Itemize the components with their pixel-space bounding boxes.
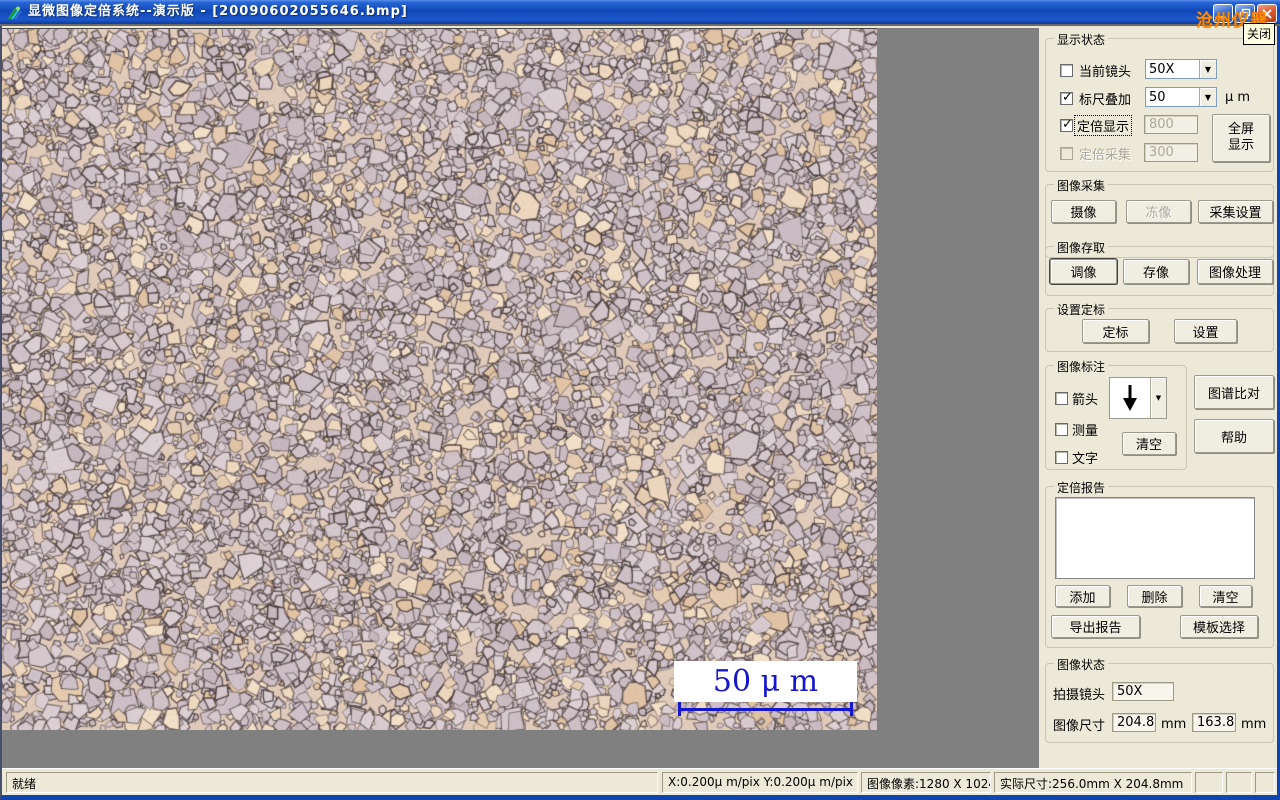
label-arrow: 箭头: [1072, 393, 1099, 408]
report-clear-button[interactable]: 清空: [1199, 585, 1252, 607]
checkbox-text[interactable]: [1055, 451, 1068, 464]
chevron-down-icon[interactable]: ▼: [1199, 88, 1216, 106]
status-empty-3: [1255, 772, 1275, 793]
chevron-down-icon[interactable]: ▼: [1199, 60, 1216, 78]
label-shoot-lens: 拍摄镜头: [1053, 688, 1106, 703]
label-scale-overlay: 标尺叠加: [1079, 93, 1132, 108]
scale-bar-line: [678, 708, 853, 711]
combo-scale-overlay[interactable]: 50 ▼: [1145, 87, 1217, 107]
groupbox-annotation-title: 图像标注: [1054, 358, 1109, 375]
calibrate-button[interactable]: 定标: [1082, 319, 1149, 343]
scale-bar-tick-left: [678, 702, 681, 716]
groupbox-calibration: 设置 定标: [1045, 301, 1274, 352]
client-area: 50 μ m 显示状态 当前镜头 50X ▼ 标尺叠加 50 ▼ μ: [2, 28, 1277, 768]
label-fixed-capture: 定倍采集: [1079, 148, 1132, 163]
help-button[interactable]: 帮助: [1194, 419, 1274, 453]
save-image-button[interactable]: 存像: [1123, 259, 1189, 284]
checkbox-arrow[interactable]: [1055, 392, 1068, 405]
label-current-lens: 当前镜头: [1079, 65, 1132, 80]
atlas-compare-button[interactable]: 图谱比对: [1194, 375, 1274, 409]
status-empty-2: [1226, 772, 1252, 793]
field-image-width: 204.8: [1112, 713, 1156, 732]
status-pixels: 图像像素:1280 X 1024: [861, 772, 991, 793]
status-empty-1: [1195, 772, 1223, 793]
app-window: 显微图像定倍系统--演示版 - [20090602055646.bmp] 沧州仪…: [0, 0, 1280, 800]
shoot-button[interactable]: 摄像: [1051, 200, 1116, 223]
field-fixed-capture: 300: [1144, 143, 1198, 162]
report-add-button[interactable]: 添加: [1055, 585, 1110, 607]
micrograph-view[interactable]: 50 μ m: [2, 28, 877, 730]
statusbar: 就绪 X:0.200μ m/pix Y:0.200μ m/pix 图像像素:12…: [2, 768, 1277, 795]
scale-bar-tick-right: [850, 702, 853, 716]
field-shoot-lens: 50X: [1112, 682, 1174, 701]
label-fixed-display: 定倍显示: [1073, 115, 1133, 136]
groupbox-display-status-title: 显示状态: [1054, 31, 1109, 48]
annotation-clear-button[interactable]: 清空: [1122, 432, 1176, 455]
checkbox-scale-overlay[interactable]: [1060, 90, 1073, 105]
report-delete-button[interactable]: 删除: [1127, 585, 1182, 607]
freeze-button: 冻像: [1126, 200, 1191, 223]
capture-settings-button[interactable]: 采集设置: [1198, 200, 1273, 223]
calibration-settings-button[interactable]: 设置: [1174, 319, 1237, 343]
groupbox-image-status-title: 图像状态: [1054, 656, 1109, 673]
checkbox-fixed-capture: [1060, 147, 1073, 160]
label-image-size: 图像尺寸: [1053, 719, 1106, 734]
unit-width-mm: mm: [1161, 717, 1187, 732]
close-tooltip: 关闭: [1243, 23, 1276, 45]
groupbox-capture-title: 图像采集: [1054, 177, 1109, 194]
status-actual-size: 实际尺寸:256.0mm X 204.8mm: [994, 772, 1192, 793]
label-text: 文字: [1072, 452, 1099, 467]
image-process-button[interactable]: 图像处理: [1197, 259, 1273, 284]
chevron-down-icon[interactable]: ▼: [1150, 378, 1166, 418]
status-scale: X:0.200μ m/pix Y:0.200μ m/pix: [662, 772, 858, 793]
app-icon: [7, 6, 22, 20]
micrograph-image[interactable]: [2, 29, 877, 730]
report-export-button[interactable]: 导出报告: [1051, 615, 1140, 638]
load-image-button[interactable]: 调像: [1049, 258, 1118, 285]
fullscreen-button[interactable]: 全屏 显示: [1212, 114, 1270, 162]
groupbox-storage-title: 图像存取: [1054, 239, 1109, 256]
status-ready: 就绪: [6, 772, 658, 793]
checkbox-fixed-display[interactable]: [1060, 117, 1073, 132]
control-panel: 显示状态 当前镜头 50X ▼ 标尺叠加 50 ▼ μ m 定倍显示 800 全…: [1039, 28, 1277, 768]
checkbox-current-lens[interactable]: [1060, 64, 1073, 77]
field-image-height: 163.8: [1192, 713, 1236, 732]
titlebar: 显微图像定倍系统--演示版 - [20090602055646.bmp] 沧州仪…: [0, 0, 1280, 31]
field-fixed-display: 800: [1144, 115, 1198, 134]
groupbox-calibration-title: 设置定标: [1054, 301, 1109, 318]
groupbox-report-title: 定倍报告: [1054, 479, 1109, 496]
unit-scale-overlay: μ m: [1225, 90, 1251, 105]
arrow-down-icon: [1110, 378, 1150, 418]
report-listbox[interactable]: [1055, 497, 1255, 579]
scale-bar-label: 50 μ m: [674, 661, 857, 702]
checkbox-measure[interactable]: [1055, 423, 1068, 436]
label-measure: 测量: [1072, 424, 1099, 439]
combo-current-lens[interactable]: 50X ▼: [1145, 59, 1217, 79]
unit-height-mm: mm: [1241, 717, 1267, 732]
arrow-style-combo[interactable]: ▼: [1109, 377, 1167, 419]
report-template-button[interactable]: 模板选择: [1180, 615, 1258, 638]
window-title: 显微图像定倍系统--演示版 - [20090602055646.bmp]: [28, 4, 408, 19]
